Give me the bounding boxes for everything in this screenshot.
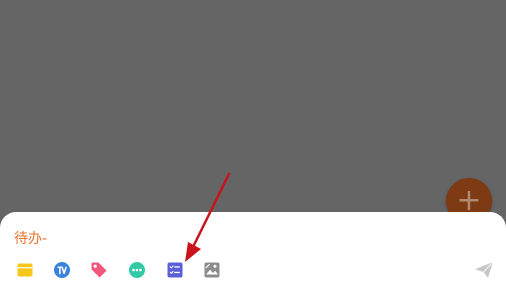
folder-icon[interactable] bbox=[16, 261, 34, 279]
task-title-input[interactable] bbox=[14, 227, 434, 249]
more-icon[interactable] bbox=[128, 261, 146, 279]
quick-add-sheet bbox=[0, 212, 506, 289]
checklist-icon[interactable] bbox=[166, 261, 184, 279]
send-icon[interactable] bbox=[474, 261, 494, 279]
tv-icon[interactable] bbox=[53, 261, 71, 279]
image-icon[interactable] bbox=[203, 261, 221, 279]
tag-icon[interactable] bbox=[90, 261, 108, 279]
